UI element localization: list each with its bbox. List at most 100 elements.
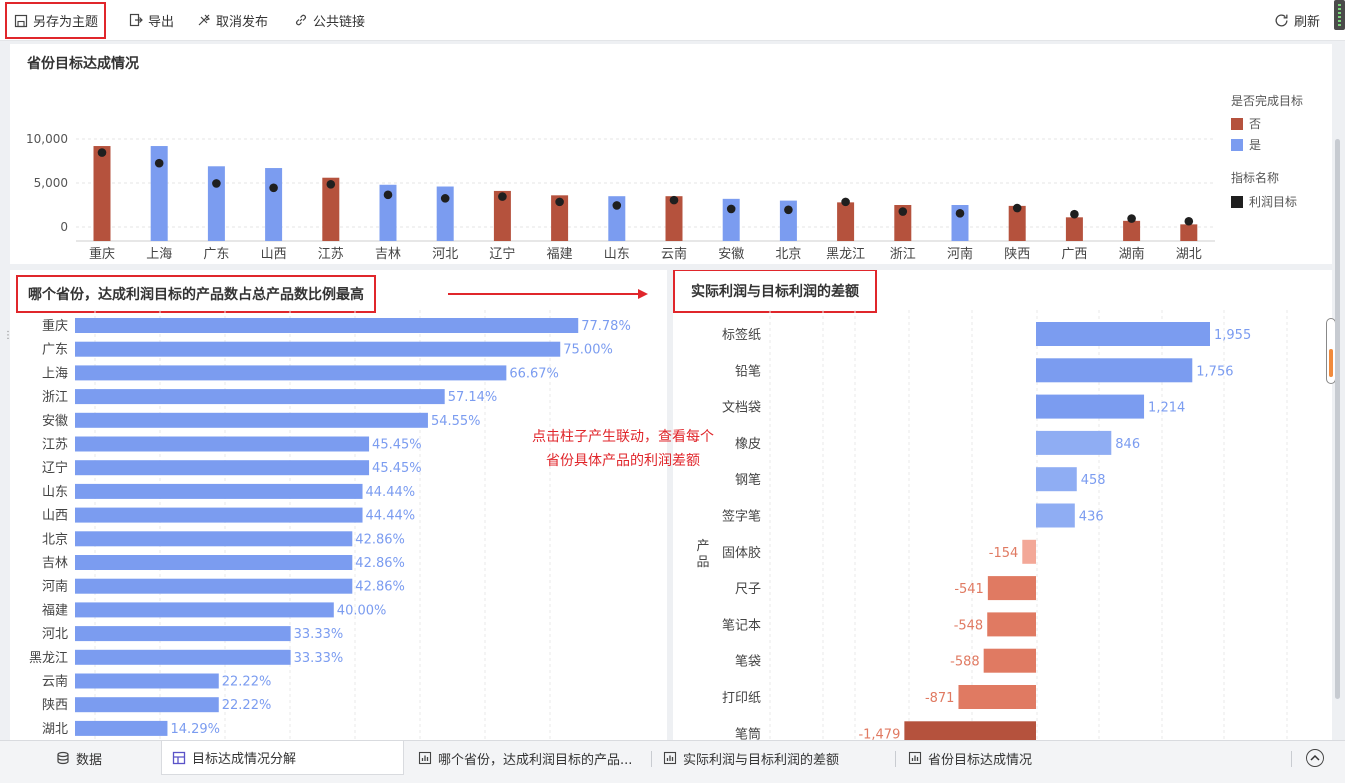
ratio-bar[interactable] [75,555,353,570]
ratio-value-label: 54.55% [431,414,481,429]
ratio-bar[interactable] [75,649,291,665]
legend-yes[interactable]: 是 [1231,136,1261,153]
target-point [669,195,679,205]
y-axis-title-1: 产 [696,539,709,554]
diff-value-label: 436 [1079,510,1104,525]
window-edge-handle[interactable] [1334,0,1345,30]
ratio-value-label: 75.00% [563,343,613,358]
province-bar[interactable] [1123,220,1141,241]
province-label: 广东 [42,343,68,358]
ratio-value-label: 66.67% [509,366,559,381]
ratio-panel: 哪个省份，达成利润目标的产品数占总产品数比例最高 重庆 77.78% 广东 75.00… [10,270,667,740]
ratio-bar[interactable] [75,365,507,381]
x-tick-label: 上海 [146,247,172,262]
ratio-bar[interactable] [75,389,445,405]
diff-value-label: -588 [950,655,980,670]
export-button[interactable]: 导出 [128,8,174,32]
ratio-bar[interactable] [75,697,219,713]
province-label: 云南 [42,674,68,690]
tab-dashboard[interactable]: 目标达成情况分解 [161,741,404,775]
ratio-value-label: 42.86% [355,532,405,547]
diff-bar[interactable] [1036,430,1112,455]
save-as-theme-button[interactable]: 另存为主题 [5,2,107,39]
legend-profit-target-label: 利润目标 [1249,195,1298,209]
ratio-bar[interactable] [75,507,363,523]
diff-bar[interactable] [987,612,1036,637]
target-point [440,194,450,203]
ratio-bar[interactable] [75,460,370,476]
diff-chart-scroll-thumb[interactable] [1329,349,1333,377]
unpublish-button[interactable]: 取消发布 [196,8,268,32]
chevron-up-icon [1310,754,1320,761]
x-tick-label: 广东 [203,247,229,262]
legend-yes-swatch [1231,138,1243,151]
collapse-tabs-button[interactable] [1306,749,1324,767]
target-point [269,183,278,193]
legend-no[interactable]: 否 [1231,115,1261,132]
province-label: 山西 [42,509,68,524]
target-point [841,197,850,207]
ratio-bar[interactable] [75,318,579,333]
ratio-bar[interactable] [75,531,353,547]
ratio-value-label: 42.86% [355,580,405,595]
x-tick-label: 安徽 [718,247,744,262]
bar-chart-icon [418,751,432,765]
page-scrollbar[interactable] [1335,44,1341,740]
legend-yes-label: 是 [1249,138,1262,152]
unpublish-label: 取消发布 [216,14,269,30]
province-bar[interactable] [837,202,855,241]
province-label: 湖北 [42,722,68,737]
ratio-bar[interactable] [75,412,428,428]
profit-diff-chart[interactable]: 产品标签纸 1,955铅笔 1,756文档袋 1,214橡皮 846钢笔 458签字笔 43… [673,310,1332,740]
refresh-label: 刷新 [1294,14,1321,30]
target-point [383,190,393,200]
product-label: 钢笔 [735,472,761,488]
diff-bar[interactable] [1036,503,1075,528]
refresh-button[interactable]: 刷新 [1274,8,1320,32]
diff-bar[interactable] [983,648,1036,673]
public-link-button[interactable]: 公共链接 [293,8,365,32]
province-bar[interactable] [207,166,225,241]
diff-bar[interactable] [1036,394,1145,419]
legend-profit-target[interactable]: 利润目标 [1231,193,1297,210]
province-bar[interactable] [1065,217,1083,241]
province-label: 重庆 [42,318,68,334]
ratio-bar[interactable] [75,626,291,642]
tab-province[interactable]: 省份目标达成情况 [908,741,1068,775]
tab-ratio[interactable]: 哪个省份，达成利润目标的产品... [418,741,646,775]
province-target-chart[interactable]: 10,000 5,000 0 重庆 上海 广东 山西 江苏 吉林 河北 辽宁 福建 山东 云南 安徽 北京 黑龙… [10,59,1225,264]
diff-bar[interactable] [958,685,1036,709]
diff-bar[interactable] [1022,539,1036,564]
diff-bar[interactable] [987,576,1036,601]
ratio-bar[interactable] [75,436,370,452]
annotation-line-1: 点击柱子产生联动，查看每个 [532,429,714,445]
product-label: 笔筒 [735,726,761,740]
ratio-chart[interactable]: 重庆 77.78% 广东 75.00% 上海 66.67% 浙江 57.14% 安徽 54.55%… [10,310,667,740]
province-bar[interactable] [1180,224,1198,241]
ratio-bar[interactable] [75,341,561,357]
product-label: 铅笔 [735,363,761,379]
tab-data[interactable]: 数据 [56,741,156,775]
tab-separator [651,751,652,767]
ratio-bar[interactable] [75,673,219,689]
target-point [1070,209,1079,219]
page-scroll-thumb[interactable] [1335,139,1340,699]
y-tick-label: 10,000 [26,132,68,146]
diff-bar[interactable] [1036,358,1193,383]
side-drag-handle[interactable]: ⋮ [3,331,13,349]
product-label: 尺子 [735,582,761,597]
ratio-bar[interactable] [75,578,353,594]
diff-bar[interactable] [1036,467,1077,492]
ratio-bar[interactable] [75,602,334,618]
ratio-value-label: 45.45% [372,461,422,476]
save-theme-icon [13,13,28,28]
province-bar[interactable] [265,168,283,241]
tab-diff[interactable]: 实际利润与目标利润的差额 [663,741,863,775]
bar-chart-icon [663,751,677,765]
ratio-bar[interactable] [75,720,168,736]
ratio-bar[interactable] [75,483,363,499]
target-point [97,148,107,157]
diff-bar[interactable] [904,721,1036,740]
diff-bar[interactable] [1036,322,1210,346]
province-bar[interactable] [93,146,111,241]
